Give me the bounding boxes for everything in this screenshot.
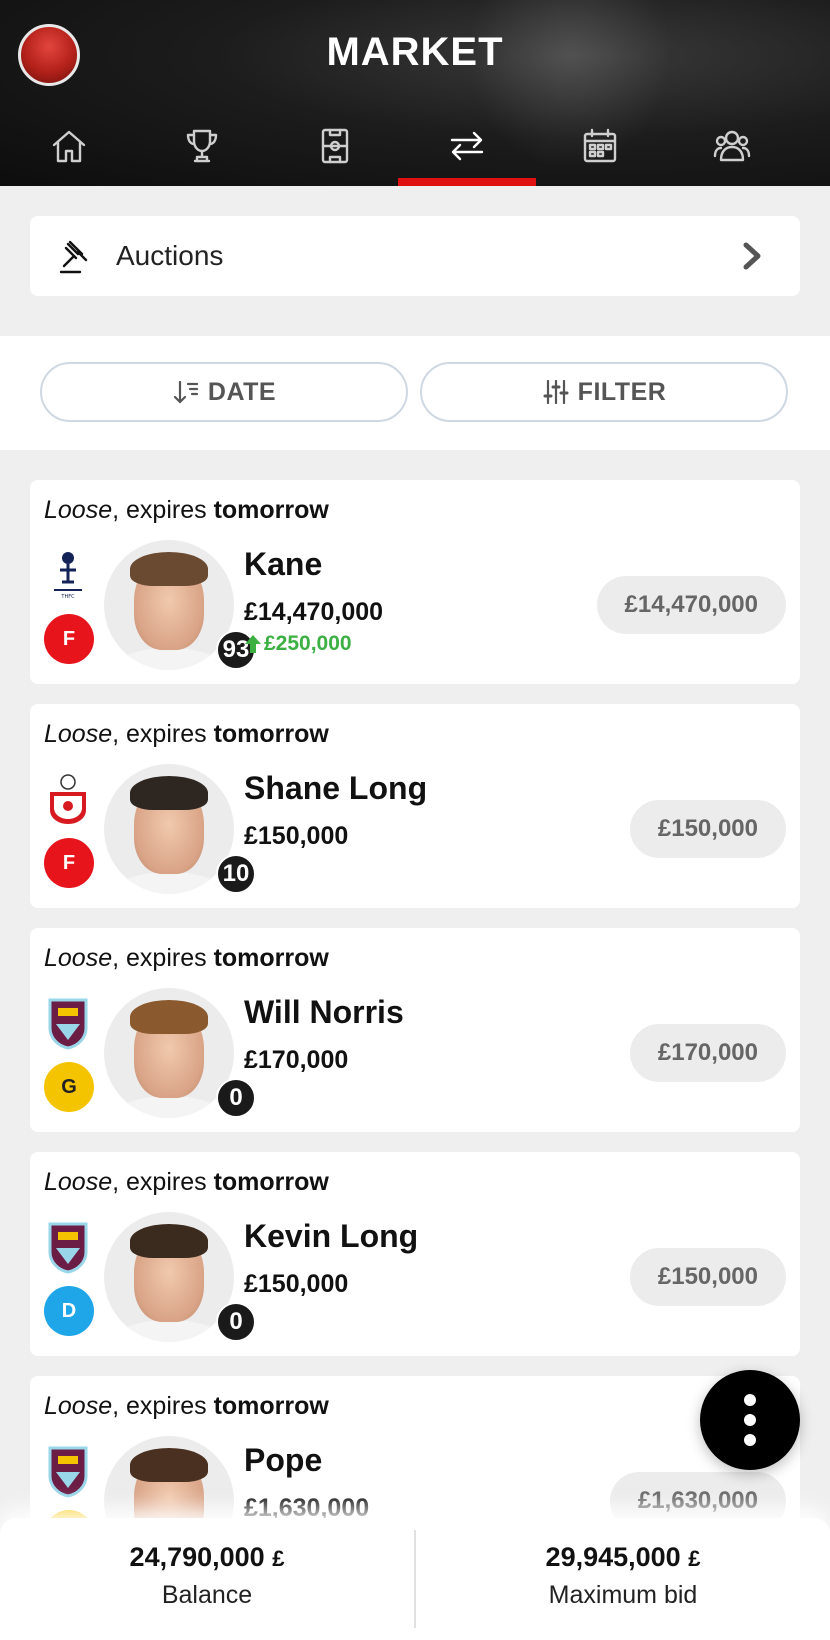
player-card[interactable]: Loose, expires tomorrow G 0 Will Norris … xyxy=(30,928,800,1132)
max-bid-currency: £ xyxy=(688,1546,701,1571)
bid-button[interactable]: £170,000 xyxy=(629,1024,786,1082)
player-value: £150,000 xyxy=(244,822,349,850)
card-status: Loose, expires tomorrow xyxy=(44,1168,329,1196)
player-photo xyxy=(104,988,234,1118)
bid-button[interactable]: £150,000 xyxy=(629,1248,786,1306)
tab-community[interactable] xyxy=(663,110,801,186)
player-card[interactable]: Loose, expires tomorrow F 10 Shane Long … xyxy=(30,704,800,908)
player-card[interactable]: Loose, expires tomorrow THFC F 93 Kane £… xyxy=(30,480,800,684)
lineup-icon xyxy=(321,128,349,164)
auctions-label: Auctions xyxy=(116,240,224,271)
balance-value: 24,790,000 xyxy=(129,1542,265,1572)
svg-text:THFC: THFC xyxy=(60,594,75,600)
position-badge: F xyxy=(44,838,94,888)
transfer-icon xyxy=(450,131,484,161)
tab-home[interactable] xyxy=(0,110,138,186)
club-crest-icon xyxy=(48,1446,88,1498)
arrow-up-icon xyxy=(245,635,261,653)
position-badge: D xyxy=(44,1286,94,1336)
player-name: Pope xyxy=(244,1442,323,1478)
users-icon xyxy=(713,130,751,162)
bid-button[interactable]: £150,000 xyxy=(629,800,786,858)
club-crest-icon: THFC xyxy=(54,552,82,600)
sort-date-button[interactable]: DATE xyxy=(40,362,408,422)
position-badge: G xyxy=(44,1062,94,1112)
calendar-icon xyxy=(583,128,617,163)
more-options-button[interactable] xyxy=(700,1370,800,1470)
balance-stat: 24,790,000 £ Balance xyxy=(0,1542,414,1610)
sort-filter-toolbar: DATE FILTER xyxy=(0,336,830,450)
player-name: Kane xyxy=(244,546,323,582)
card-status: Loose, expires tomorrow xyxy=(44,496,329,524)
player-name: Shane Long xyxy=(244,770,428,806)
gavel-icon xyxy=(59,240,88,274)
player-name: Will Norris xyxy=(244,994,404,1030)
max-bid-stat: 29,945,000 £ Maximum bid xyxy=(416,1542,830,1610)
player-value: £14,470,000 xyxy=(244,598,384,626)
max-bid-label: Maximum bid xyxy=(548,1581,698,1609)
auctions-row[interactable]: Auctions xyxy=(30,216,800,296)
tab-market[interactable] xyxy=(398,110,536,186)
filter-label: FILTER xyxy=(577,377,667,406)
player-photo xyxy=(104,1212,234,1342)
points-badge: 0 xyxy=(216,1302,256,1342)
card-status: Loose, expires tomorrow xyxy=(44,1392,329,1420)
player-name: Kevin Long xyxy=(244,1218,419,1254)
balance-bar: 24,790,000 £ Balance 29,945,000 £ Maximu… xyxy=(0,1518,830,1640)
tab-lineup[interactable] xyxy=(266,110,404,186)
filter-button[interactable]: FILTER xyxy=(420,362,788,422)
trophy-icon xyxy=(186,129,218,163)
player-card[interactable]: Loose, expires tomorrow D 0 Kevin Long £… xyxy=(30,1152,800,1356)
points-badge: 10 xyxy=(216,854,256,894)
sort-icon xyxy=(173,380,198,404)
club-crest-icon xyxy=(48,1222,88,1274)
balance-currency: £ xyxy=(272,1546,285,1571)
page-title: MARKET xyxy=(326,30,504,74)
max-bid-value: 29,945,000 xyxy=(545,1542,681,1572)
value-change: £250,000 xyxy=(244,632,352,656)
player-photo xyxy=(104,764,234,894)
bid-button[interactable]: £14,470,000 xyxy=(596,576,786,634)
balance-label: Balance xyxy=(161,1581,253,1609)
points-badge: 0 xyxy=(216,1078,256,1118)
tab-calendar[interactable] xyxy=(531,110,669,186)
club-crest-icon xyxy=(50,774,86,824)
player-value: £170,000 xyxy=(244,1046,349,1074)
card-status: Loose, expires tomorrow xyxy=(44,944,329,972)
tab-leagues[interactable] xyxy=(133,110,271,186)
player-photo xyxy=(104,540,234,670)
more-vertical-icon xyxy=(744,1394,756,1406)
card-status: Loose, expires tomorrow xyxy=(44,720,329,748)
position-badge: F xyxy=(44,614,94,664)
player-value: £150,000 xyxy=(244,1270,349,1298)
home-icon xyxy=(52,130,86,163)
club-crest-icon xyxy=(48,998,88,1050)
sort-label: DATE xyxy=(207,377,277,406)
chevron-right-icon xyxy=(743,242,761,270)
app-header: MARKET xyxy=(0,0,830,186)
sliders-icon xyxy=(543,379,569,405)
